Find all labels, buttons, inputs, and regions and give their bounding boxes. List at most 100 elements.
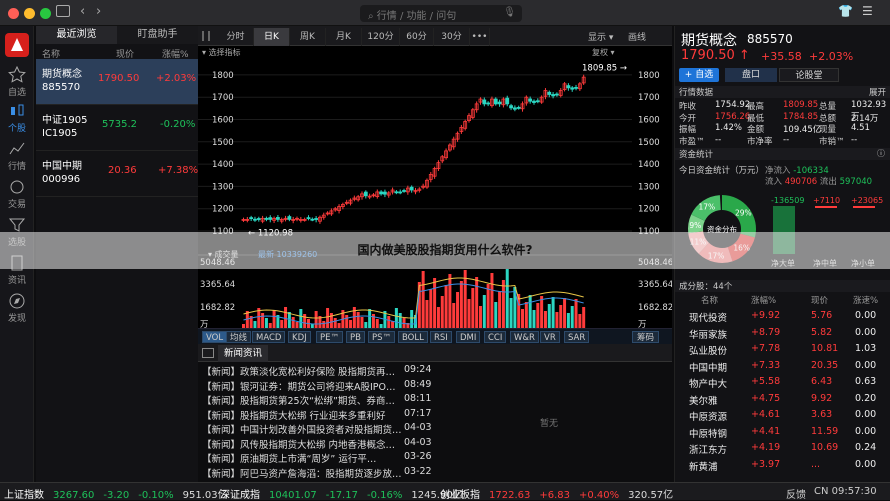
indicator-chip[interactable]: MACD xyxy=(252,331,286,343)
y-tick-label: 1600 xyxy=(212,116,234,126)
tab-orderbook[interactable]: 盘口 xyxy=(725,68,777,82)
candle-body xyxy=(276,217,280,220)
quote-value: -- xyxy=(783,134,790,145)
kline-chart[interactable]: 1800 1800 1700 1700 1600 1600 1500 1500 1400 1400… xyxy=(198,56,672,344)
tab-weekly-k[interactable]: 周K xyxy=(290,28,326,46)
news-item[interactable]: 【新闻】原油期货上市满“周岁” 运行平… 03-26 xyxy=(198,451,672,465)
draw-line-button[interactable]: 画线 xyxy=(628,30,646,43)
volume-bar xyxy=(459,281,463,332)
indicator-chip[interactable]: PE™ xyxy=(316,331,343,343)
info-icon[interactable]: ⓘ xyxy=(877,148,885,159)
tab-60min[interactable]: 60分 xyxy=(400,28,434,46)
back-arrow-icon[interactable]: ‹ xyxy=(80,4,85,19)
nav-item-trade[interactable]: 交易 xyxy=(0,178,34,210)
display-menu[interactable]: 显示 ▾ xyxy=(588,30,613,43)
tab-news[interactable]: 新闻资讯 xyxy=(218,345,268,362)
nav-item-discover[interactable]: 发现 xyxy=(0,292,34,324)
minimize-window-button[interactable] xyxy=(24,8,35,19)
component-row[interactable]: 现代投资 +9.92 5.76 0.00 xyxy=(675,308,890,326)
candle-body xyxy=(574,86,578,89)
indicator-chip[interactable]: RSI xyxy=(430,331,452,343)
indicator-chip[interactable]: PB xyxy=(346,331,365,343)
component-row[interactable]: 中原特钢 +4.41 11.59 0.00 xyxy=(675,424,890,442)
add-watchlist-button[interactable]: + 自选 xyxy=(679,68,719,82)
indicator-chip[interactable]: CCI xyxy=(484,331,507,343)
component-row[interactable]: 华丽家族 +8.79 5.82 0.00 xyxy=(675,325,890,343)
app-logo-icon[interactable] xyxy=(5,33,29,57)
panel-toggle-icon[interactable] xyxy=(202,31,210,41)
col-header-change[interactable]: 涨幅% xyxy=(751,294,776,306)
col-header-name[interactable]: 名称 xyxy=(701,294,718,306)
news-item[interactable]: 【新闻】阿巴马资产詹海滔：股指期货逐步放… 03-22 xyxy=(198,466,672,480)
component-row[interactable]: 中原资源 +4.61 3.63 0.00 xyxy=(675,407,890,425)
news-item[interactable]: 【新闻】银河证券：期货公司将迎来A股IPO… 08:49 xyxy=(198,379,672,393)
news-item[interactable]: 【新闻】政策淡化宽松利好保险 股指期货再… 09:24 xyxy=(198,364,672,378)
tab-monthly-k[interactable]: 月K xyxy=(326,28,362,46)
candle-body xyxy=(535,100,540,103)
indicator-chip[interactable]: 均线 xyxy=(226,331,252,343)
tab-timeshare[interactable]: 分时 xyxy=(218,28,254,46)
tab-120min[interactable]: 120分 xyxy=(362,28,400,46)
comp-price: 3.63 xyxy=(811,409,833,420)
tab-recent[interactable]: 最近浏览 xyxy=(36,26,117,44)
volume-bar xyxy=(505,269,509,332)
nav-item-stock[interactable]: 个股 xyxy=(0,102,34,134)
quote-label: 今开 xyxy=(679,113,697,124)
indicator-chip[interactable]: VOL xyxy=(202,331,228,343)
col-header-price[interactable]: 现价 xyxy=(811,294,828,306)
news-tabbar: 新闻资讯 xyxy=(198,344,672,362)
menu-icon[interactable]: ☰ xyxy=(862,4,873,18)
tab-monitor[interactable]: 盯盘助手 xyxy=(117,26,198,44)
tab-daily-k[interactable]: 日K xyxy=(254,28,290,46)
index-ticker[interactable]: 深证成指 10401.07 -17.17 -0.16% 1245.90亿 xyxy=(220,486,472,501)
zoom-window-button[interactable] xyxy=(40,8,51,19)
component-row[interactable]: 中国中期 +7.33 20.35 0.00 xyxy=(675,358,890,376)
search-input[interactable]: ⌕ 行情 / 功能 / 问句 🎙 xyxy=(360,5,522,22)
tab-forum[interactable]: 论股堂 xyxy=(779,68,839,82)
index-ticker[interactable]: 创业板指 1722.63 +6.83 +0.40% 320.57亿 xyxy=(440,486,682,501)
quote-value: -- xyxy=(715,134,722,145)
component-row[interactable]: 弘业股份 +7.78 10.81 1.03 xyxy=(675,341,890,359)
fund-bar xyxy=(853,206,875,208)
indicator-chip[interactable]: SAR xyxy=(564,331,590,343)
news-item[interactable]: 【新闻】股指期货第25次“松绑”期货、券商… 08:11 xyxy=(198,393,672,407)
feedback-button[interactable]: 反馈 xyxy=(786,486,806,501)
quote-value: 1784.85 xyxy=(783,111,819,122)
forward-arrow-icon[interactable]: › xyxy=(96,4,101,19)
watch-name: 期货概念 xyxy=(42,69,82,80)
component-row[interactable]: 物产中大 +5.58 6.43 0.63 xyxy=(675,374,890,392)
microphone-icon[interactable]: 🎙 xyxy=(503,7,516,18)
news-item[interactable]: 【新闻】股指期货大松绑 行业迎来多重利好 07:17 xyxy=(198,408,672,422)
news-item[interactable]: 【新闻】中国计划改善外国投资者对股指期货… 04-03 xyxy=(198,422,672,436)
collapse-icon[interactable] xyxy=(202,348,214,358)
components-col-headers: 名称 涨幅% 现价 涨速% xyxy=(675,294,890,306)
nav-item-watchlist[interactable]: 自选 xyxy=(0,66,34,98)
indicator-chip[interactable]: BOLL xyxy=(398,331,428,343)
indicator-chip[interactable]: DMI xyxy=(456,331,481,343)
watch-row[interactable]: 中证1905 IC1905 5735.2 -0.20% xyxy=(36,105,198,151)
close-window-button[interactable] xyxy=(8,8,19,19)
component-row[interactable]: 浙江东方 +4.19 10.69 0.24 xyxy=(675,440,890,458)
indicator-chip[interactable]: VR xyxy=(540,331,560,343)
volume-bar xyxy=(540,296,544,332)
quote-label: 振幅 xyxy=(679,125,697,135)
component-row[interactable]: 新黄浦 +3.97... 0.00 xyxy=(675,457,890,475)
watch-row[interactable]: 期货概念 885570 1790.50 +2.03% xyxy=(36,59,198,105)
watch-row[interactable]: 中国中期 000996 20.36 +7.38% xyxy=(36,151,198,197)
indicator-chip[interactable]: KDJ xyxy=(288,331,311,343)
stock-price: 1790.50 ↑ xyxy=(681,48,750,63)
expand-button[interactable]: 展开 xyxy=(869,86,886,98)
candle-body xyxy=(570,87,575,90)
tshirt-icon[interactable]: 👕 xyxy=(838,4,853,18)
indicator-chip[interactable]: W&R xyxy=(510,331,539,343)
chip-button[interactable]: 筹码 xyxy=(632,331,660,343)
component-row[interactable]: 美尔雅 +4.75 9.92 0.20 xyxy=(675,391,890,409)
nav-item-market[interactable]: 行情 xyxy=(0,140,34,172)
indicator-chip[interactable]: PS™ xyxy=(368,331,396,343)
window-layout-icon[interactable] xyxy=(56,5,70,17)
news-item[interactable]: 【新闻】风传股指期货大松绑 内地香港概念… 04-03 xyxy=(198,437,672,451)
tab-30min[interactable]: 30分 xyxy=(434,28,470,46)
index-ticker[interactable]: 上证指数 3267.60 -3.20 -0.10% 951.03亿 xyxy=(4,486,237,501)
tab-more[interactable]: ••• xyxy=(470,28,490,46)
col-header-speed[interactable]: 涨速% xyxy=(853,294,878,306)
